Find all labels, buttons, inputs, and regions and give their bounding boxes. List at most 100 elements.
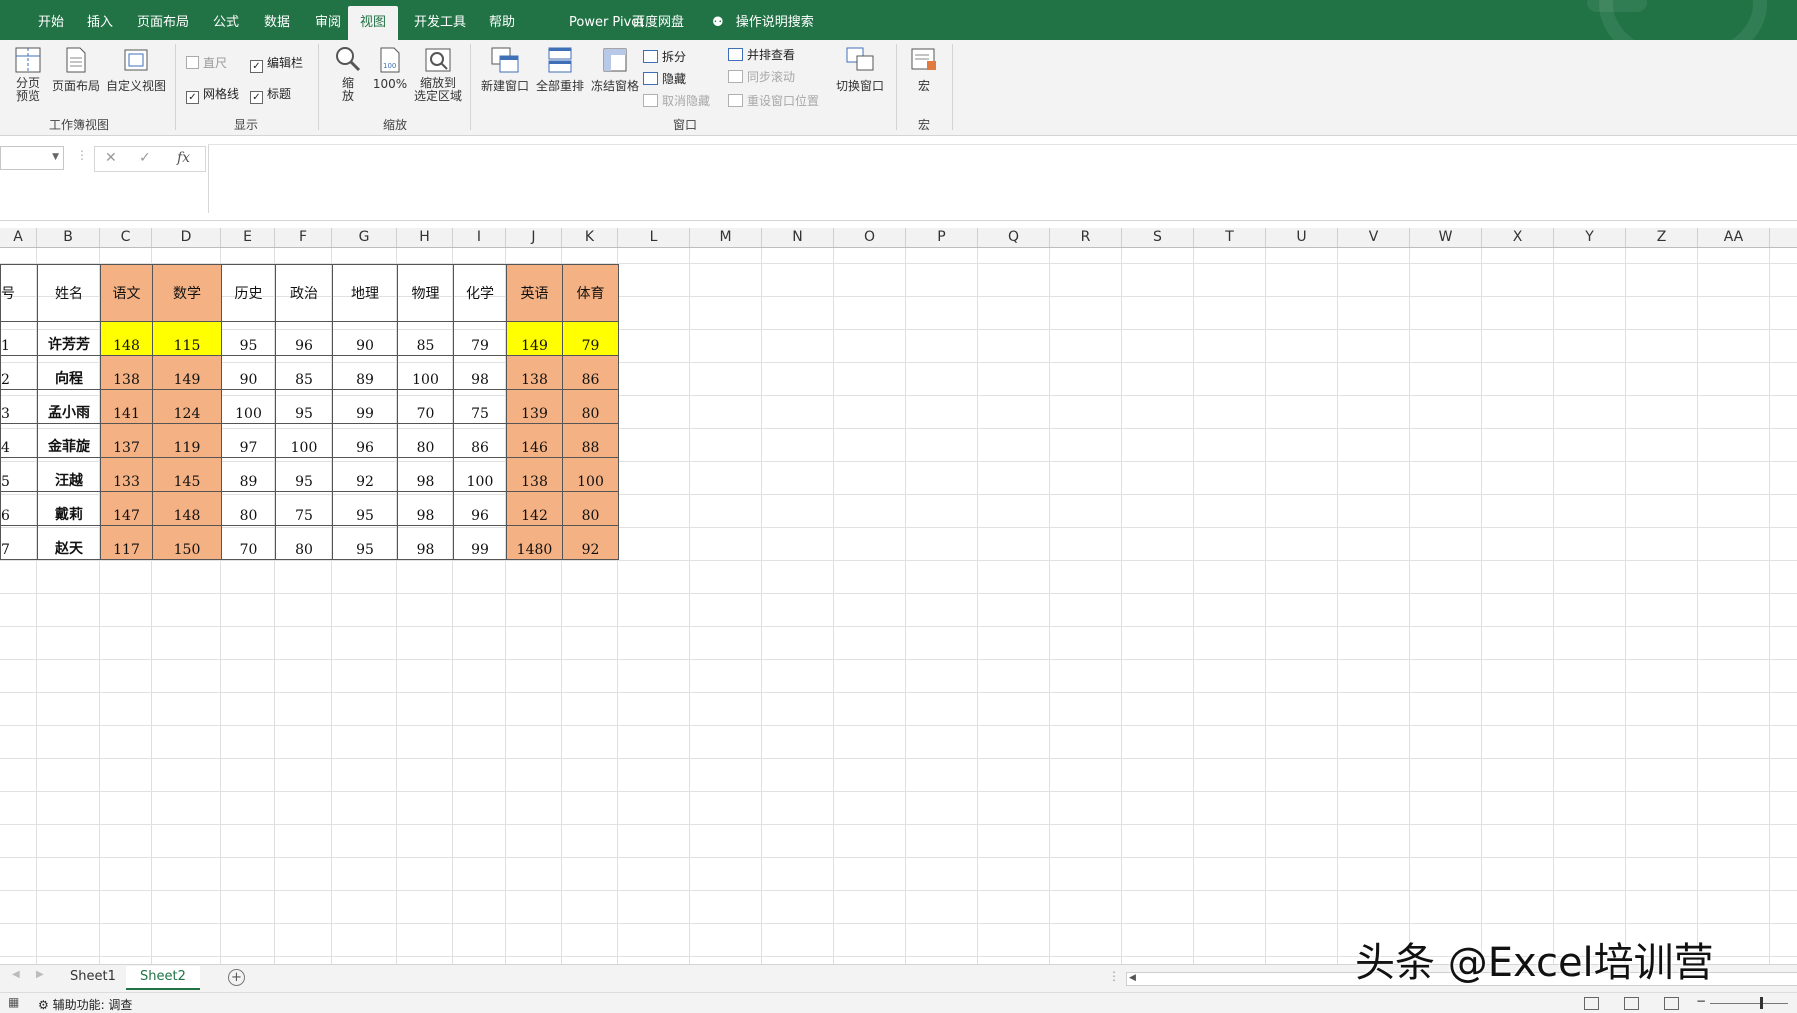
table-cell[interactable]: 95 bbox=[275, 457, 333, 492]
column-header-y[interactable]: Y bbox=[1554, 228, 1626, 247]
table-cell[interactable]: 4 bbox=[0, 423, 38, 458]
tab-split-grip[interactable]: ⋮ bbox=[1108, 969, 1120, 983]
header-cell[interactable]: 化学 bbox=[453, 264, 507, 322]
column-header-f[interactable]: F bbox=[275, 228, 332, 247]
chevron-down-icon[interactable]: ▼ bbox=[52, 152, 59, 162]
column-header-s[interactable]: S bbox=[1122, 228, 1194, 247]
table-cell[interactable]: 138 bbox=[506, 457, 563, 492]
name-cell[interactable]: 向程 bbox=[37, 355, 101, 390]
table-cell[interactable]: 3 bbox=[0, 389, 38, 424]
column-header-r[interactable]: R bbox=[1050, 228, 1122, 247]
column-header-x[interactable]: X bbox=[1482, 228, 1554, 247]
column-header-z[interactable]: Z bbox=[1626, 228, 1698, 247]
table-cell[interactable]: 70 bbox=[397, 389, 454, 424]
view-side-by-side-button[interactable]: 并排查看 bbox=[728, 46, 795, 63]
header-cell[interactable]: 体育 bbox=[562, 264, 619, 322]
column-header-p[interactable]: P bbox=[906, 228, 978, 247]
zoom-out-icon[interactable]: − bbox=[1696, 994, 1706, 1008]
table-cell[interactable]: 139 bbox=[506, 389, 563, 424]
split-button[interactable]: 拆分 bbox=[643, 48, 686, 65]
table-cell[interactable]: 147 bbox=[100, 491, 153, 526]
table-cell[interactable]: 80 bbox=[221, 491, 276, 526]
zoom-to-selection-button[interactable]: 缩放到 选定区域 bbox=[412, 46, 464, 103]
zoom-slider-knob[interactable] bbox=[1760, 997, 1763, 1009]
table-cell[interactable]: 95 bbox=[332, 525, 398, 560]
table-cell[interactable]: 99 bbox=[453, 525, 507, 560]
table-cell[interactable]: 145 bbox=[152, 457, 222, 492]
table-cell[interactable]: 95 bbox=[221, 321, 276, 356]
table-cell[interactable]: 97 bbox=[221, 423, 276, 458]
table-cell[interactable]: 79 bbox=[453, 321, 507, 356]
name-cell[interactable]: 戴莉 bbox=[37, 491, 101, 526]
scroll-left-icon[interactable]: ◀ bbox=[1129, 973, 1136, 983]
tab-help[interactable]: 帮助 bbox=[481, 6, 523, 40]
tell-me-search[interactable]: ⚉ 操作说明搜索 bbox=[704, 6, 822, 40]
column-header-i[interactable]: I bbox=[453, 228, 506, 247]
scroll-sheets-left-icon[interactable]: ◀ bbox=[12, 969, 20, 980]
new-window-button[interactable]: 新建窗口 bbox=[478, 46, 532, 94]
cancel-icon[interactable]: ✕ bbox=[105, 150, 117, 166]
normal-view-icon[interactable] bbox=[1584, 997, 1599, 1010]
column-header-l[interactable]: L bbox=[618, 228, 690, 247]
table-cell[interactable]: 5 bbox=[0, 457, 38, 492]
reset-window-position-button[interactable]: 重设窗口位置 bbox=[728, 92, 819, 109]
column-header-d[interactable]: D bbox=[152, 228, 221, 247]
tab-home[interactable]: 开始 bbox=[30, 6, 72, 40]
table-cell[interactable]: 119 bbox=[152, 423, 222, 458]
header-cell[interactable]: 姓名 bbox=[37, 264, 101, 322]
table-cell[interactable]: 95 bbox=[275, 389, 333, 424]
accessibility-status[interactable]: ⚙ 辅助功能: 调查 bbox=[38, 996, 132, 1013]
tab-view[interactable]: 视图 bbox=[348, 6, 399, 40]
column-header-e[interactable]: E bbox=[221, 228, 275, 247]
zoom-slider[interactable] bbox=[1710, 1003, 1788, 1004]
zoom-button[interactable]: 缩 放 bbox=[328, 44, 368, 103]
table-cell[interactable]: 150 bbox=[152, 525, 222, 560]
table-cell[interactable]: 138 bbox=[506, 355, 563, 390]
table-cell[interactable]: 80 bbox=[275, 525, 333, 560]
table-cell[interactable]: 149 bbox=[152, 355, 222, 390]
custom-views-button[interactable]: 自定义视图 bbox=[104, 46, 168, 94]
header-cell[interactable]: 物理 bbox=[397, 264, 454, 322]
gridlines-checkbox[interactable]: ✓ 网格线 bbox=[186, 85, 239, 104]
table-cell[interactable]: 100 bbox=[453, 457, 507, 492]
table-cell[interactable]: 98 bbox=[397, 525, 454, 560]
page-layout-view-icon[interactable] bbox=[1624, 997, 1639, 1010]
table-cell[interactable]: 90 bbox=[221, 355, 276, 390]
tab-review[interactable]: 审阅 bbox=[307, 6, 349, 40]
headings-checkbox[interactable]: ✓ 标题 bbox=[250, 85, 291, 104]
table-cell[interactable]: 124 bbox=[152, 389, 222, 424]
enter-icon[interactable]: ✓ bbox=[139, 150, 151, 166]
header-cell[interactable]: 历史 bbox=[221, 264, 276, 322]
table-cell[interactable]: 95 bbox=[332, 491, 398, 526]
table-cell[interactable]: 138 bbox=[100, 355, 153, 390]
scroll-sheets-right-icon[interactable]: ▶ bbox=[36, 969, 44, 980]
ruler-checkbox[interactable]: 直尺 bbox=[186, 54, 227, 71]
table-cell[interactable]: 100 bbox=[562, 457, 619, 492]
table-cell[interactable]: 92 bbox=[332, 457, 398, 492]
add-sheet-icon[interactable]: + bbox=[228, 969, 245, 986]
sheet-tab-sheet1[interactable]: Sheet1 bbox=[56, 966, 130, 988]
arrange-all-button[interactable]: 全部重排 bbox=[533, 46, 587, 94]
name-cell[interactable]: 许芳芳 bbox=[37, 321, 101, 356]
header-cell[interactable]: 地理 bbox=[332, 264, 398, 322]
table-cell[interactable]: 85 bbox=[397, 321, 454, 356]
column-header-h[interactable]: H bbox=[397, 228, 453, 247]
synchronous-scrolling-button[interactable]: 同步滚动 bbox=[728, 68, 795, 85]
column-header-b[interactable]: B bbox=[37, 228, 100, 247]
hide-button[interactable]: 隐藏 bbox=[643, 70, 686, 87]
header-cell[interactable]: 数学 bbox=[152, 264, 222, 322]
table-cell[interactable]: 141 bbox=[100, 389, 153, 424]
tab-baidu-netdisk[interactable]: 百度网盘 bbox=[624, 6, 692, 40]
column-header-q[interactable]: Q bbox=[978, 228, 1050, 247]
table-cell[interactable]: 85 bbox=[275, 355, 333, 390]
tab-developer[interactable]: 开发工具 bbox=[406, 6, 474, 40]
table-cell[interactable]: 80 bbox=[562, 491, 619, 526]
page-layout-view-button[interactable]: 页面布局 bbox=[50, 46, 102, 94]
table-cell[interactable]: 100 bbox=[397, 355, 454, 390]
insert-function-icon[interactable]: fx bbox=[177, 150, 190, 166]
table-cell[interactable]: 86 bbox=[453, 423, 507, 458]
table-cell[interactable]: 148 bbox=[152, 491, 222, 526]
table-cell[interactable]: 89 bbox=[221, 457, 276, 492]
freeze-panes-button[interactable]: 冻结窗格 bbox=[588, 46, 642, 94]
table-cell[interactable]: 75 bbox=[275, 491, 333, 526]
